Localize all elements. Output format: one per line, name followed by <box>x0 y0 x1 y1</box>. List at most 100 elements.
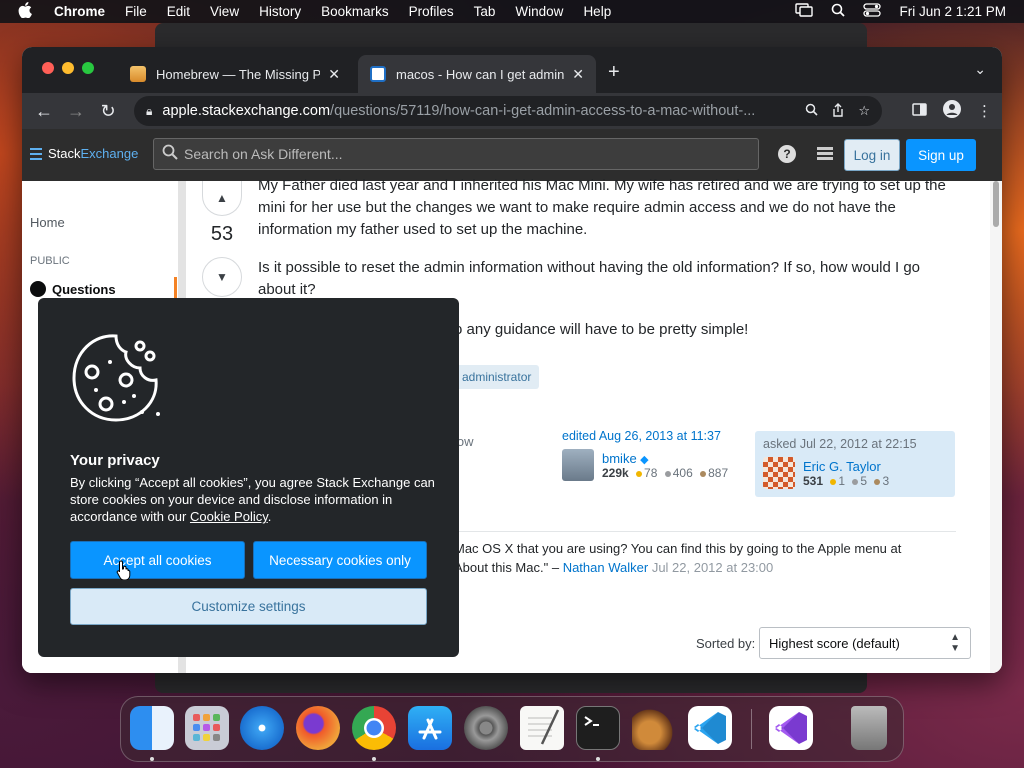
menu-tab[interactable]: Tab <box>474 4 496 19</box>
forward-icon[interactable]: → <box>60 101 92 122</box>
address-bar[interactable]: 🔒︎ apple.stackexchange.com /questions/57… <box>134 96 882 126</box>
menu-file[interactable]: File <box>125 4 147 19</box>
new-tab-icon[interactable]: + <box>608 61 620 84</box>
editor-name[interactable]: bmike <box>602 451 637 466</box>
comment: Mac OS X that you are using? You can fin… <box>454 539 954 577</box>
bookmark-star-icon[interactable]: ☆ <box>858 103 870 119</box>
finder-icon[interactable] <box>130 706 174 750</box>
menu-app-name[interactable]: Chrome <box>54 4 105 19</box>
comment-author-link[interactable]: Nathan Walker <box>563 560 649 575</box>
signup-button[interactable]: Sign up <box>906 139 976 171</box>
firefox-icon[interactable] <box>296 706 340 750</box>
help-icon[interactable]: ? <box>778 145 796 163</box>
tab-homebrew[interactable]: Homebrew — The Missing Pack ✕ <box>118 55 352 93</box>
gold-badge-icon <box>636 470 643 477</box>
system-settings-icon[interactable] <box>464 706 508 750</box>
screen-mirroring-icon[interactable] <box>795 3 814 20</box>
scrollbar-thumb[interactable] <box>993 181 999 227</box>
comment-time[interactable]: Jul 22, 2012 at 23:00 <box>652 560 773 575</box>
lock-icon[interactable]: 🔒︎ <box>146 104 152 119</box>
launchpad-icon[interactable] <box>185 706 229 750</box>
spotlight-search-icon[interactable] <box>831 3 846 20</box>
stackexchange-logo[interactable]: Stack Exchange <box>30 146 138 161</box>
necessary-cookies-button[interactable]: Necessary cookies only <box>253 541 427 579</box>
textedit-icon[interactable] <box>520 706 564 750</box>
url-path: /questions/57119/how-can-i-get-admin-acc… <box>330 103 756 119</box>
visual-studio-icon[interactable] <box>769 706 813 750</box>
sidebar-section-public: PUBLIC <box>30 255 70 267</box>
silver-badge-icon <box>852 478 859 485</box>
question-paragraph-1: My Father died last year and I inherited… <box>258 177 946 238</box>
share-icon[interactable] <box>832 102 844 120</box>
avatar[interactable] <box>562 449 594 481</box>
tab-search-chevron-icon[interactable]: ⌄ <box>974 61 986 78</box>
close-tab-icon[interactable]: ✕ <box>328 66 340 83</box>
chrome-icon[interactable] <box>352 706 396 750</box>
sidebar-item-questions[interactable]: Questions <box>30 281 178 297</box>
customize-settings-button[interactable]: Customize settings <box>70 588 427 625</box>
logo-text-exchange: Exchange <box>80 146 139 161</box>
apple-menu-icon[interactable] <box>18 1 34 22</box>
profile-avatar-icon[interactable] <box>943 100 961 122</box>
cookie-text-end: . <box>267 509 272 524</box>
sort-select[interactable]: Highest score (default) ▲ ▼ <box>759 627 971 659</box>
bronze-count: 3 <box>882 473 890 488</box>
cookie-dialog-title: Your privacy <box>70 452 160 469</box>
cookie-consent-dialog: Your privacy By clicking “Accept all coo… <box>38 298 459 657</box>
reload-icon[interactable]: ↻ <box>92 101 124 122</box>
comment-text-2: About this Mac." – <box>454 560 560 575</box>
sidebar-item-home[interactable]: Home <box>30 215 65 230</box>
menubar-clock[interactable]: Fri Jun 2 1:21 PM <box>899 4 1006 19</box>
asked-timestamp: asked Jul 22, 2012 at 22:15 <box>763 437 917 451</box>
menu-edit[interactable]: Edit <box>167 4 190 19</box>
menu-window[interactable]: Window <box>515 4 563 19</box>
back-icon[interactable]: ← <box>28 101 60 122</box>
safari-icon[interactable] <box>240 706 284 750</box>
menu-view[interactable]: View <box>210 4 239 19</box>
menu-help[interactable]: Help <box>583 4 611 19</box>
cookie-policy-link[interactable]: Cookie Policy <box>190 509 268 524</box>
menu-history[interactable]: History <box>259 4 301 19</box>
sort-value: Highest score (default) <box>769 635 900 651</box>
dock-separator <box>751 709 752 749</box>
page-scrollbar[interactable] <box>990 181 1002 673</box>
minimize-window-button[interactable] <box>62 62 74 74</box>
trash-icon[interactable] <box>851 706 887 750</box>
browser-toolbar: ← → ↻ 🔒︎ apple.stackexchange.com /questi… <box>22 93 1002 129</box>
accept-all-cookies-button[interactable]: Accept all cookies <box>70 541 245 579</box>
search-icon <box>162 144 178 164</box>
edited-card: edited Aug 26, 2013 at 11:37 bmike ◆ 229… <box>562 429 752 481</box>
silver-count: 5 <box>860 473 868 488</box>
upvote-button[interactable]: ▲ <box>202 181 242 216</box>
downvote-button[interactable]: ▼ <box>202 257 242 297</box>
close-tab-icon[interactable]: ✕ <box>572 66 584 83</box>
menu-bookmarks[interactable]: Bookmarks <box>321 4 389 19</box>
asker-name[interactable]: Eric G. Taylor <box>803 459 889 474</box>
menu-profiles[interactable]: Profiles <box>409 4 454 19</box>
question-paragraph-2: Is it possible to reset the admin inform… <box>258 259 921 298</box>
tab-stackexchange[interactable]: macos - How can I get admin a ✕ <box>358 55 596 93</box>
avatar[interactable] <box>763 457 795 489</box>
search-placeholder: Search on Ask Different... <box>184 146 343 162</box>
vscode-icon[interactable] <box>688 706 732 750</box>
zoom-window-button[interactable] <box>82 62 94 74</box>
site-search-input[interactable]: Search on Ask Different... <box>153 138 759 170</box>
login-button[interactable]: Log in <box>844 139 900 171</box>
bronze-count: 887 <box>708 465 729 480</box>
tag-administrator[interactable]: administrator <box>454 365 540 389</box>
chrome-menu-icon[interactable]: ⋮ <box>977 102 992 120</box>
edited-timestamp[interactable]: edited Aug 26, 2013 at 11:37 <box>562 429 752 443</box>
side-panel-icon[interactable] <box>912 102 927 120</box>
terminal-icon[interactable] <box>576 706 620 750</box>
dock <box>120 696 904 762</box>
site-switcher-icon[interactable] <box>817 147 833 161</box>
garageband-icon[interactable] <box>632 706 676 750</box>
zoom-search-icon[interactable] <box>805 103 818 119</box>
app-store-icon[interactable] <box>408 706 452 750</box>
tab-title: macos - How can I get admin a <box>396 66 565 82</box>
vote-count: 53 <box>210 223 234 245</box>
control-center-icon[interactable] <box>863 3 882 20</box>
close-window-button[interactable] <box>42 62 54 74</box>
stackexchange-logo-icon <box>30 147 42 160</box>
running-indicator <box>150 757 154 761</box>
